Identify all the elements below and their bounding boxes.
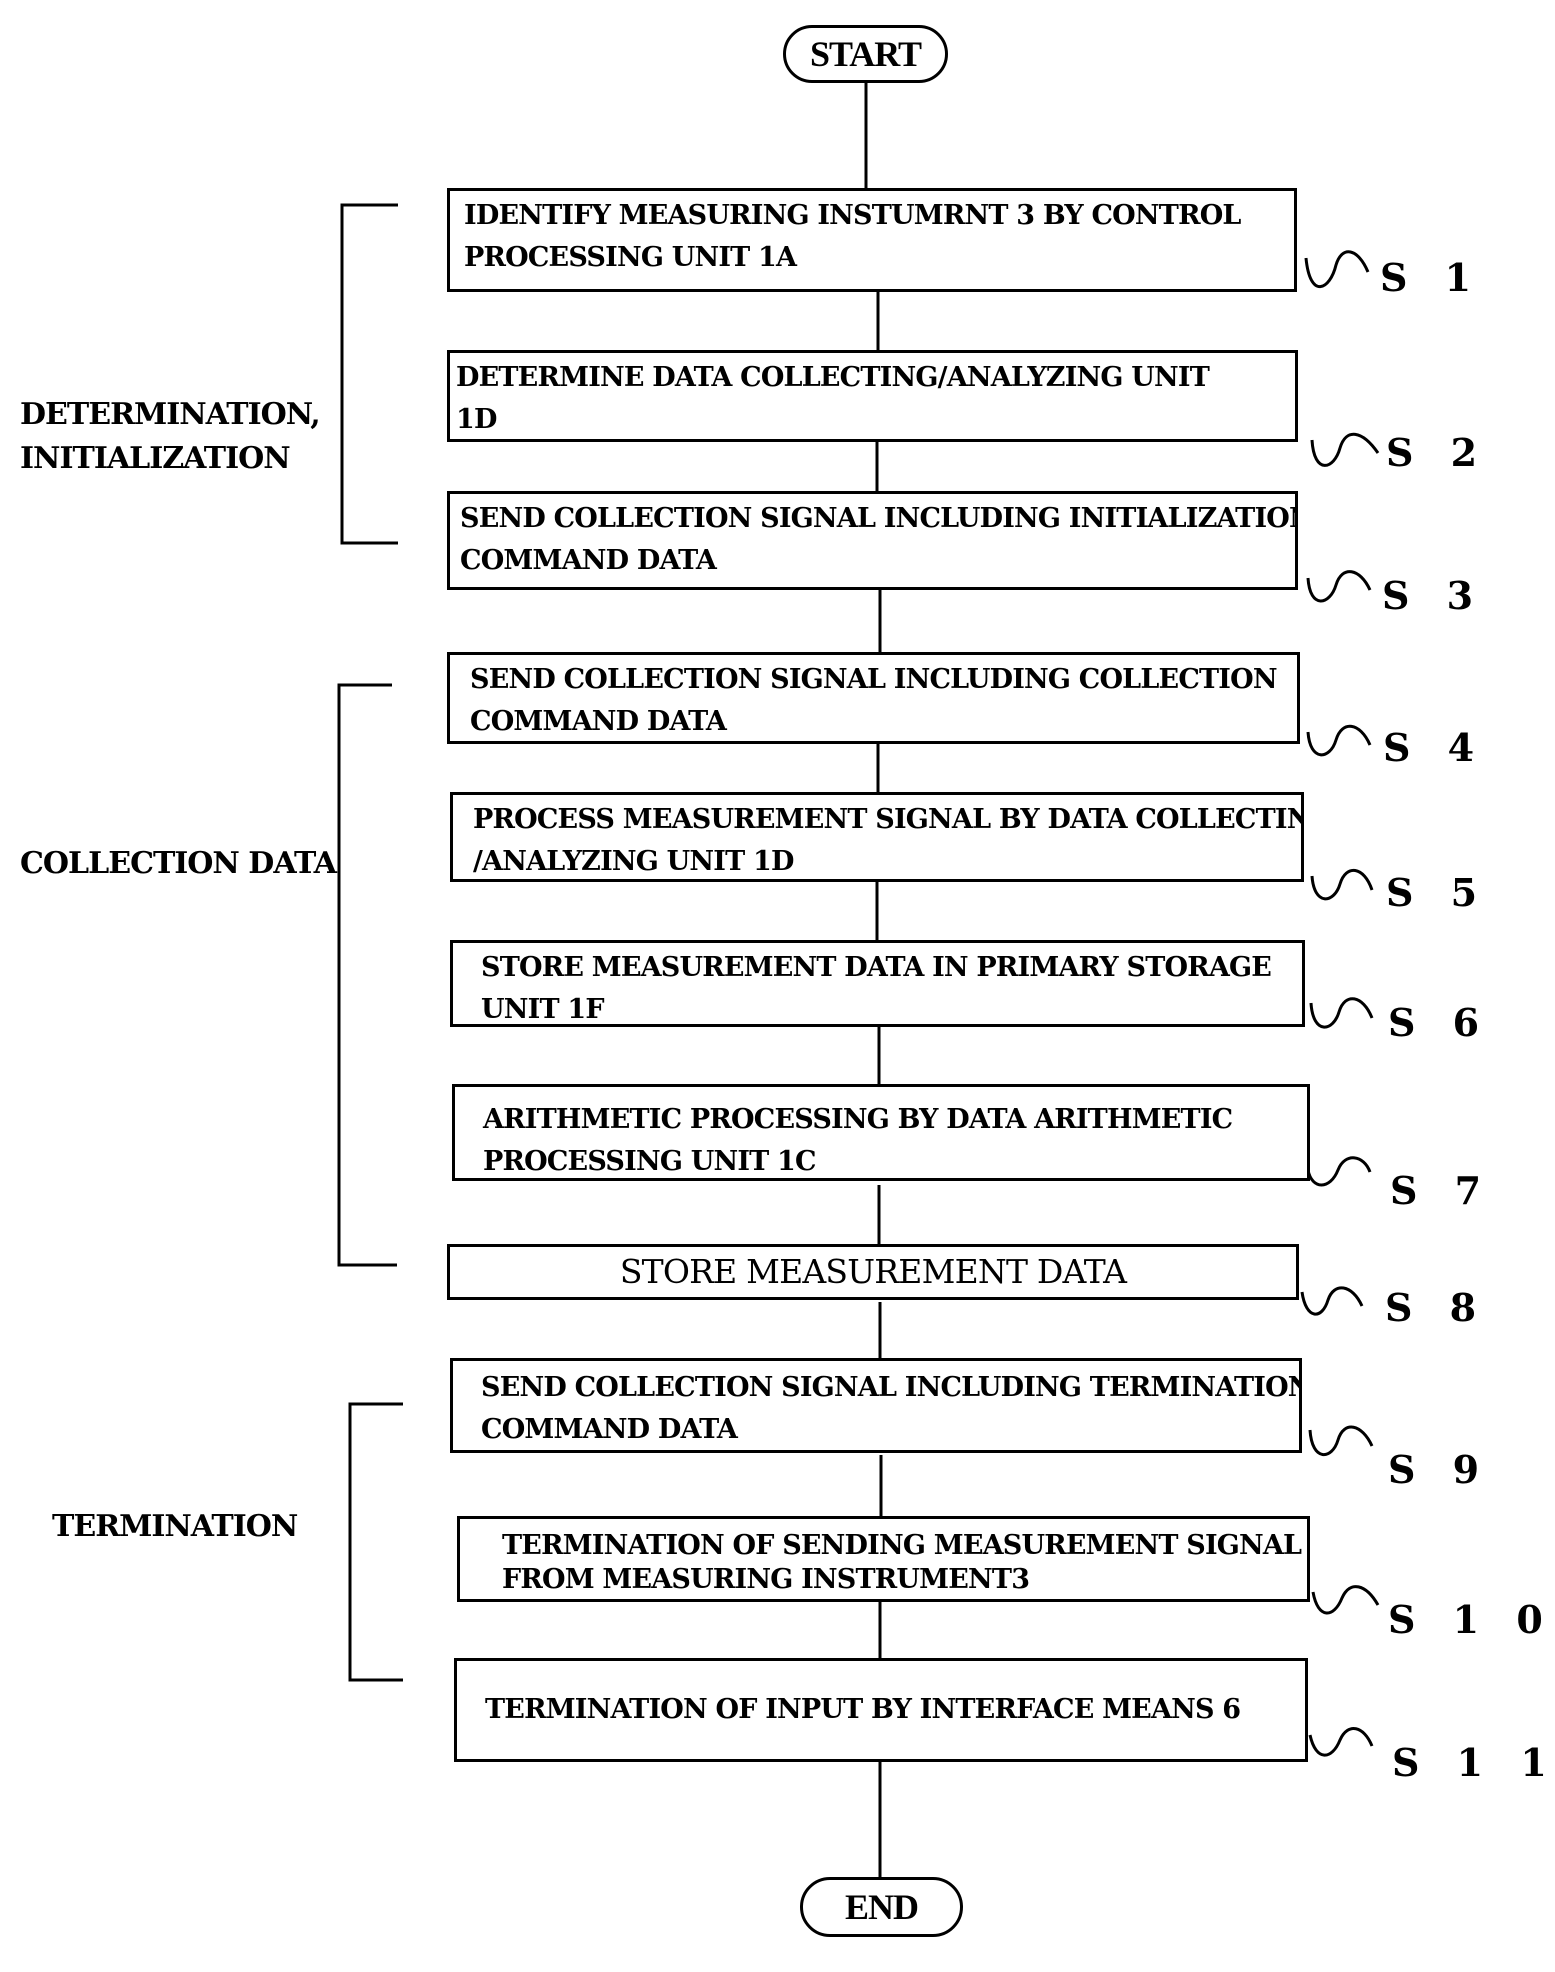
process-text: TERMINATION OF INPUT BY INTERFACE MEANS … xyxy=(485,1694,1241,1725)
process-box-s10: TERMINATION OF SENDING MEASUREMENT SIGNA… xyxy=(457,1516,1310,1602)
process-text: COMMAND DATA xyxy=(460,545,717,576)
step-label-s8: S 8 xyxy=(1385,1285,1489,1330)
bracket-termination xyxy=(348,1402,403,1682)
leader-s1 xyxy=(1304,250,1370,289)
step-label-s7: S 7 xyxy=(1390,1168,1494,1213)
process-box-s8: STORE MEASUREMENT DATA xyxy=(447,1244,1299,1300)
process-text: IDENTIFY MEASURING INSTUMRNT 3 BY CONTRO… xyxy=(464,200,1241,231)
process-text: SEND COLLECTION SIGNAL INCLUDING TERMINA… xyxy=(481,1372,1302,1403)
step-label-s2: S 2 xyxy=(1386,430,1490,475)
group-label-line: DETERMINATION, xyxy=(20,397,321,432)
step-label-s6: S 6 xyxy=(1388,1000,1492,1045)
leader-s4 xyxy=(1306,724,1372,757)
process-box-s2: DETERMINE DATA COLLECTING/ANALYZING UNIT… xyxy=(447,350,1298,442)
process-box-s9: SEND COLLECTION SIGNAL INCLUDING TERMINA… xyxy=(450,1358,1302,1453)
step-label-s10: S 1 0 xyxy=(1388,1597,1555,1642)
start-label: START xyxy=(809,34,922,74)
group-label-determination: DETERMINATION, INITIALIZATION xyxy=(20,393,321,481)
step-label-s4: S 4 xyxy=(1383,725,1487,770)
process-box-s5: PROCESS MEASUREMENT SIGNAL BY DATA COLLE… xyxy=(450,792,1304,882)
leader-s6 xyxy=(1309,997,1374,1029)
process-box-s3: SEND COLLECTION SIGNAL INCLUDING INITIAL… xyxy=(447,491,1298,590)
leader-s8 xyxy=(1300,1286,1364,1316)
process-box-s7: ARITHMETIC PROCESSING BY DATA ARITHMETIC… xyxy=(452,1084,1310,1181)
step-label-s5: S 5 xyxy=(1386,870,1490,915)
leader-s10 xyxy=(1311,1585,1380,1615)
leader-s7 xyxy=(1306,1156,1372,1187)
end-label: END xyxy=(844,1887,919,1927)
bracket-determination xyxy=(340,203,398,545)
process-text: FROM MEASURING INSTRUMENT3 xyxy=(502,1564,1030,1595)
process-box-s4: SEND COLLECTION SIGNAL INCLUDING COLLECT… xyxy=(447,652,1300,744)
process-text: STORE MEASUREMENT DATA IN PRIMARY STORAG… xyxy=(481,952,1272,983)
process-text: STORE MEASUREMENT DATA xyxy=(619,1252,1127,1291)
step-label-s3: S 3 xyxy=(1382,573,1486,618)
process-text: PROCESS MEASUREMENT SIGNAL BY DATA COLLE… xyxy=(473,804,1304,835)
process-text: PROCESSING UNIT 1A xyxy=(464,242,797,273)
group-label-termination: TERMINATION xyxy=(52,1505,298,1549)
group-label-line: INITIALIZATION xyxy=(20,441,291,476)
end-terminal: END xyxy=(800,1877,963,1937)
leader-s5 xyxy=(1310,868,1374,901)
process-text: UNIT 1F xyxy=(481,994,605,1025)
process-box-s1: IDENTIFY MEASURING INSTUMRNT 3 BY CONTRO… xyxy=(447,188,1297,292)
process-text: COMMAND DATA xyxy=(481,1414,738,1445)
process-text: TERMINATION OF SENDING MEASUREMENT SIGNA… xyxy=(502,1530,1302,1561)
process-text: ARITHMETIC PROCESSING BY DATA ARITHMETIC xyxy=(483,1104,1233,1135)
leader-s3 xyxy=(1306,570,1372,603)
leader-s9 xyxy=(1308,1425,1374,1457)
process-box-s6: STORE MEASUREMENT DATA IN PRIMARY STORAG… xyxy=(450,940,1305,1027)
step-label-s11: S 1 1 xyxy=(1392,1740,1555,1785)
process-text: COMMAND DATA xyxy=(470,706,727,737)
process-text: SEND COLLECTION SIGNAL INCLUDING INITIAL… xyxy=(460,503,1298,534)
group-label-collection: COLLECTION DATA xyxy=(20,842,337,886)
leader-s2 xyxy=(1310,432,1380,467)
process-box-s11: TERMINATION OF INPUT BY INTERFACE MEANS … xyxy=(454,1658,1308,1762)
process-text: 1D xyxy=(456,404,497,435)
step-label-s9: S 9 xyxy=(1388,1447,1492,1492)
process-text: SEND COLLECTION SIGNAL INCLUDING COLLECT… xyxy=(470,664,1278,695)
bracket-collection xyxy=(337,683,397,1267)
group-label-line: COLLECTION DATA xyxy=(20,846,337,881)
group-label-line: TERMINATION xyxy=(52,1509,298,1544)
start-terminal: START xyxy=(783,25,948,83)
leader-s11 xyxy=(1308,1727,1374,1757)
process-text: DETERMINE DATA COLLECTING/ANALYZING UNIT xyxy=(456,362,1210,393)
process-text: PROCESSING UNIT 1C xyxy=(483,1146,817,1177)
step-label-s1: S 1 xyxy=(1380,255,1484,300)
process-text: /ANALYZING UNIT 1D xyxy=(473,846,794,877)
